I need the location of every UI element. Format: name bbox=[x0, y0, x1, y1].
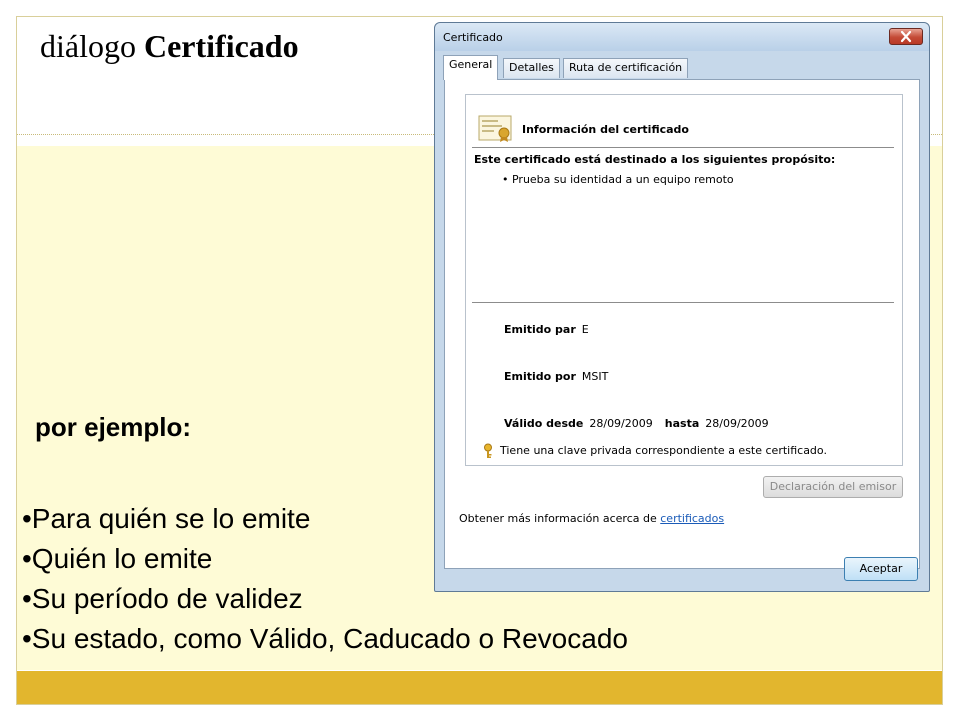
validity-row: Válido desde 28/09/2009 hasta 28/09/2009 bbox=[504, 417, 781, 430]
private-key-note: Tiene una clave privada correspondiente … bbox=[500, 444, 827, 457]
example-heading: por ejemplo: bbox=[35, 412, 192, 442]
certificate-info-box: Información del certificado Este certifi… bbox=[465, 94, 903, 466]
issued-by-value: MSIT bbox=[581, 370, 609, 383]
valid-to-value: 28/09/2009 bbox=[705, 417, 769, 430]
slide-title-bold: Certificado bbox=[143, 28, 299, 64]
issued-by-row: Emitido por MSIT bbox=[504, 370, 620, 383]
more-info-row: Obtener más información acerca de certif… bbox=[459, 512, 724, 525]
purpose-title: Este certificado está destinado a los si… bbox=[474, 153, 836, 166]
separator bbox=[472, 302, 894, 303]
dialog-titlebar[interactable]: Certificado bbox=[435, 23, 929, 51]
issued-to-value: E bbox=[581, 323, 589, 336]
issued-to-label: Emitido par bbox=[504, 323, 576, 336]
dialog-title: Certificado bbox=[443, 31, 503, 44]
more-info-text: Obtener más información acerca de bbox=[459, 512, 661, 525]
general-panel: Información del certificado Este certifi… bbox=[444, 79, 920, 569]
certificate-dialog: Certificado General Detalles Ruta de cer… bbox=[434, 22, 930, 592]
issued-to-row: Emitido par E bbox=[504, 323, 601, 336]
key-icon bbox=[484, 443, 492, 458]
certificate-info-title: Información del certificado bbox=[522, 123, 689, 136]
purpose-item: • Prueba su identidad a un equipo remoto bbox=[502, 173, 734, 186]
valid-from-label: Válido desde bbox=[504, 417, 584, 430]
bottom-band bbox=[17, 671, 942, 704]
tab-general[interactable]: General bbox=[443, 55, 499, 80]
ok-button[interactable]: Aceptar bbox=[844, 557, 918, 581]
issuer-statement-button[interactable]: Declaración del emisor bbox=[763, 476, 903, 498]
issued-by-label: Emitido por bbox=[504, 370, 576, 383]
slide-title: diálogo Certificado bbox=[40, 28, 299, 65]
close-button[interactable] bbox=[889, 28, 923, 45]
separator bbox=[472, 147, 894, 148]
certificates-link[interactable]: certificados bbox=[660, 512, 724, 525]
valid-to-label: hasta bbox=[664, 417, 700, 430]
slide-title-prefix: diálogo bbox=[40, 28, 144, 64]
bullet-item: •Su estado, como Válido, Caducado o Revo… bbox=[22, 623, 628, 654]
certificate-icon bbox=[478, 115, 512, 142]
tab-details[interactable]: Detalles bbox=[503, 58, 560, 78]
valid-from-value: 28/09/2009 bbox=[589, 417, 653, 430]
tab-certification-path[interactable]: Ruta de certificación bbox=[563, 58, 689, 78]
close-icon bbox=[900, 30, 912, 43]
private-key-row: Tiene una clave privada correspondiente … bbox=[482, 443, 827, 459]
